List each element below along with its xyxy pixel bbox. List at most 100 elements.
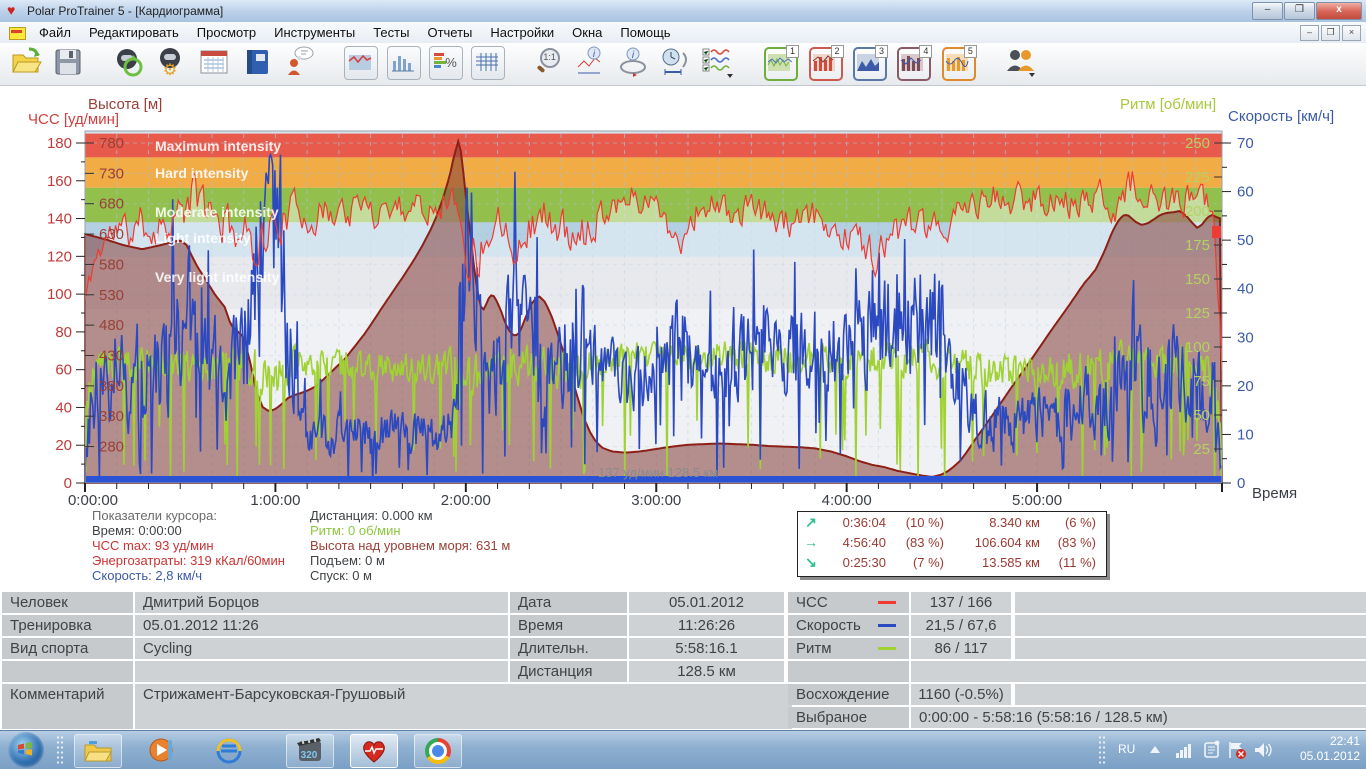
action-center-flag-icon[interactable]	[1226, 740, 1248, 765]
menu-tools[interactable]: Инструменты	[265, 22, 364, 43]
title-bar: ♥ Polar ProTrainer 5 - [Кардиограмма] – …	[0, 0, 1366, 23]
svg-text:330: 330	[99, 408, 124, 425]
mdi-restore-button[interactable]: ❐	[1321, 25, 1340, 41]
chart-preset-4-button[interactable]: 4	[897, 47, 931, 81]
hotkey-icon[interactable]	[1202, 740, 1222, 765]
svg-text:200: 200	[1185, 203, 1210, 220]
taskbar-ie-icon[interactable]	[206, 734, 252, 766]
svg-text:%: %	[445, 55, 457, 70]
selection-label: Выбраное	[788, 707, 909, 728]
empty-cell	[1015, 684, 1241, 705]
mdi-minimize-button[interactable]: –	[1300, 25, 1319, 41]
menu-view[interactable]: Просмотр	[188, 22, 265, 43]
cadence-minmax-value: 86 / 117	[911, 638, 1011, 659]
curve-view-button[interactable]	[344, 46, 378, 80]
svg-text:125: 125	[1185, 305, 1210, 322]
svg-text:175: 175	[1185, 237, 1210, 254]
network-icon[interactable]	[1175, 740, 1195, 765]
lap-info-button[interactable]: i	[616, 45, 652, 81]
tray-grip[interactable]	[1098, 735, 1106, 765]
menu-settings[interactable]: Настройки	[481, 22, 563, 43]
mdi-child-icon	[9, 27, 26, 40]
taskbar-chrome-icon[interactable]	[414, 734, 462, 768]
svg-text:80: 80	[55, 324, 72, 341]
svg-text:250: 250	[1185, 135, 1210, 152]
taskbar-wmp-icon[interactable]	[138, 734, 184, 766]
restore-button[interactable]: ❐	[1284, 2, 1315, 20]
volume-icon[interactable]	[1252, 740, 1274, 765]
training-chart[interactable]: Maximum intensityHard intensityModerate …	[0, 95, 1366, 510]
person-notes-button[interactable]	[282, 45, 318, 81]
percent-view-button[interactable]: %	[429, 46, 463, 80]
bar-view-button[interactable]	[387, 46, 421, 80]
taskbar-mpc-icon[interactable]: 320	[286, 734, 334, 768]
hr-legend-line	[878, 601, 896, 604]
svg-text:5:00:00: 5:00:00	[1012, 492, 1062, 509]
menu-reports[interactable]: Отчеты	[418, 22, 481, 43]
toolbar: ⚙ % 1:1 i i 1 2 3 4 5	[0, 43, 1366, 86]
row-label: Время	[510, 615, 627, 636]
clock[interactable]: 22:41 05.01.2012	[1288, 734, 1360, 764]
device-settings-button[interactable]: ⚙	[155, 45, 191, 81]
row-label: Тренировка	[2, 615, 133, 636]
mdi-close-button[interactable]: ×	[1342, 25, 1361, 41]
taskbar-polar-icon[interactable]	[350, 734, 398, 768]
series-select-button[interactable]	[701, 45, 737, 81]
row-value: 5:58:16.1	[629, 638, 784, 659]
svg-text:630: 630	[99, 226, 124, 243]
svg-text:480: 480	[99, 317, 124, 334]
flat-time: 4:56:40	[824, 535, 886, 550]
zoom-1to1-button[interactable]: 1:1	[531, 45, 567, 81]
cursor-info-line: Ритм: 0 об/мин	[310, 523, 590, 538]
row-label: Дистанция	[510, 661, 627, 682]
empty-cell	[1237, 615, 1366, 636]
cursor-info-line: ЧСС max: 93 уд/мин	[92, 538, 307, 553]
start-button[interactable]	[8, 732, 44, 768]
chart-preset-5-button[interactable]: 5	[942, 47, 976, 81]
time-distance-button[interactable]	[659, 45, 695, 81]
empty-cell	[1237, 661, 1366, 682]
climb-summary-box: ↗ 0:36:04 (10 %) 8.340 км (6 %) → 4:56:4…	[797, 511, 1107, 577]
taskbar-grip[interactable]	[56, 735, 64, 765]
flat-dist-pct: (83 %)	[1040, 535, 1096, 550]
clock-date: 05.01.2012	[1288, 749, 1360, 764]
mpc-label: 320	[301, 750, 318, 761]
svg-text:380: 380	[99, 378, 124, 395]
chart-preset-2-button[interactable]: 2	[809, 47, 843, 81]
row-value: 05.01.2012	[629, 592, 784, 613]
svg-text:100: 100	[1185, 339, 1210, 356]
open-button[interactable]	[9, 45, 45, 81]
hr-minmax-value: 137 / 166	[911, 592, 1011, 613]
empty-cell	[1237, 684, 1366, 705]
cursor-info-line: Высота над уровнем моря: 631 м	[310, 538, 590, 553]
row-label: Человек	[2, 592, 133, 613]
windows-taskbar: 320 RU 22:41 05.01.2012	[0, 730, 1366, 769]
svg-text:160: 160	[47, 173, 72, 190]
transfer-from-device-button[interactable]	[112, 45, 148, 81]
menu-edit[interactable]: Редактировать	[80, 22, 188, 43]
svg-text:0:00:00: 0:00:00	[68, 492, 118, 509]
save-button[interactable]	[51, 45, 87, 81]
calendar-button[interactable]	[197, 45, 233, 81]
menu-tests[interactable]: Тесты	[364, 22, 418, 43]
curve-info-button[interactable]: i	[574, 45, 610, 81]
cadence-legend-line	[878, 647, 896, 650]
menu-windows[interactable]: Окна	[563, 22, 611, 43]
svg-text:40: 40	[55, 399, 72, 416]
svg-text:60: 60	[1237, 184, 1254, 201]
taskbar-explorer-icon[interactable]	[74, 734, 122, 768]
svg-text:30: 30	[1237, 329, 1254, 346]
minimize-button[interactable]: –	[1252, 2, 1283, 20]
menu-help[interactable]: Помощь	[611, 22, 679, 43]
cursor-info-line: Время: 0:00:00	[92, 523, 307, 538]
menu-file[interactable]: Файл	[30, 22, 80, 43]
chart-preset-1-button[interactable]: 1	[764, 47, 798, 81]
row-value: Стрижамент-Барсуковская-Грушовый	[135, 684, 792, 729]
close-button[interactable]: x	[1316, 2, 1362, 20]
diary-button[interactable]	[240, 45, 276, 81]
chart-preset-3-button[interactable]: 3	[853, 47, 887, 81]
table-view-button[interactable]	[471, 46, 505, 80]
language-indicator[interactable]: RU	[1118, 742, 1135, 756]
tray-expand-icon[interactable]	[1150, 746, 1160, 753]
persons-button[interactable]	[1003, 45, 1039, 81]
